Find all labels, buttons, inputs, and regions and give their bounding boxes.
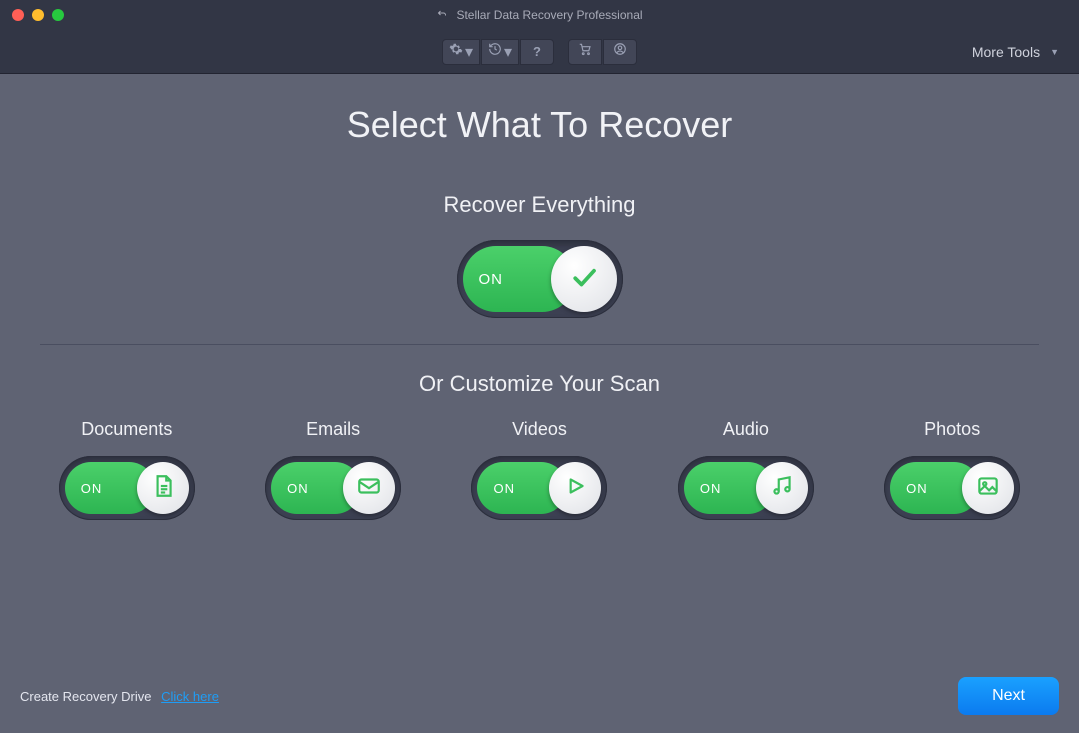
close-window-button[interactable] xyxy=(12,9,24,21)
category-label: Audio xyxy=(723,419,769,440)
category-documents: Documents ON xyxy=(30,419,224,520)
check-icon xyxy=(569,262,599,297)
more-tools-button[interactable]: More Tools ▼ xyxy=(972,44,1059,60)
divider xyxy=(40,344,1039,345)
customize-scan-label: Or Customize Your Scan xyxy=(20,371,1059,397)
chevron-down-icon: ▼ xyxy=(1050,47,1059,57)
footer: Create Recovery Drive Click here Next xyxy=(0,677,1079,715)
category-videos: Videos ON xyxy=(443,419,637,520)
toggle-knob xyxy=(756,462,808,514)
category-audio: Audio ON xyxy=(649,419,843,520)
toggle-knob xyxy=(962,462,1014,514)
main-content: Select What To Recover Recover Everythin… xyxy=(0,74,1079,520)
cart-icon xyxy=(578,42,592,61)
help-icon: ? xyxy=(533,44,541,59)
toggle-knob xyxy=(551,246,617,312)
category-label: Documents xyxy=(81,419,172,440)
documents-toggle[interactable]: ON xyxy=(59,456,195,520)
chevron-down-icon: ▾ xyxy=(465,42,473,62)
recover-everything-toggle[interactable]: ON xyxy=(457,240,623,318)
next-button[interactable]: Next xyxy=(958,677,1059,715)
category-label: Photos xyxy=(924,419,980,440)
titlebar: Stellar Data Recovery Professional xyxy=(0,0,1079,30)
toggle-on-label: ON xyxy=(81,481,103,496)
category-emails: Emails ON xyxy=(236,419,430,520)
window-controls xyxy=(12,9,64,21)
toggle-knob xyxy=(343,462,395,514)
recover-everything-label: Recover Everything xyxy=(20,192,1059,218)
videos-toggle[interactable]: ON xyxy=(471,456,607,520)
back-arrow-icon xyxy=(436,8,448,23)
toggle-on-label: ON xyxy=(906,481,928,496)
toggle-on-label: ON xyxy=(700,481,722,496)
toolbar-account-group xyxy=(568,39,637,65)
history-button[interactable]: ▾ xyxy=(481,39,519,65)
window-title: Stellar Data Recovery Professional xyxy=(456,8,642,22)
zoom-window-button[interactable] xyxy=(52,9,64,21)
category-row: Documents ON Emails ON xyxy=(20,419,1059,520)
audio-icon xyxy=(769,473,795,504)
toggle-on-label: ON xyxy=(493,481,515,496)
category-label: Emails xyxy=(306,419,360,440)
toolbar: ▾ ▾ ? More Tools ▼ xyxy=(0,30,1079,74)
toggle-on-label: ON xyxy=(287,481,309,496)
click-here-link[interactable]: Click here xyxy=(161,689,219,704)
help-button[interactable]: ? xyxy=(520,39,554,65)
category-photos: Photos ON xyxy=(855,419,1049,520)
emails-toggle[interactable]: ON xyxy=(265,456,401,520)
category-label: Videos xyxy=(512,419,567,440)
gear-icon xyxy=(449,42,463,61)
photo-icon xyxy=(975,473,1001,504)
document-icon xyxy=(150,473,176,504)
account-button[interactable] xyxy=(603,39,637,65)
video-icon xyxy=(562,473,588,504)
toggle-knob xyxy=(549,462,601,514)
minimize-window-button[interactable] xyxy=(32,9,44,21)
toolbar-settings-group: ▾ ▾ ? xyxy=(442,39,554,65)
cart-button[interactable] xyxy=(568,39,602,65)
settings-button[interactable]: ▾ xyxy=(442,39,480,65)
email-icon xyxy=(356,473,382,504)
page-title: Select What To Recover xyxy=(20,104,1059,146)
toggle-knob xyxy=(137,462,189,514)
audio-toggle[interactable]: ON xyxy=(678,456,814,520)
create-recovery-drive: Create Recovery Drive Click here xyxy=(20,689,219,704)
create-recovery-drive-label: Create Recovery Drive xyxy=(20,689,152,704)
more-tools-label: More Tools xyxy=(972,44,1040,60)
user-icon xyxy=(613,42,627,61)
toggle-on-label: ON xyxy=(479,271,504,288)
chevron-down-icon: ▾ xyxy=(504,42,512,62)
photos-toggle[interactable]: ON xyxy=(884,456,1020,520)
history-icon xyxy=(488,42,502,61)
